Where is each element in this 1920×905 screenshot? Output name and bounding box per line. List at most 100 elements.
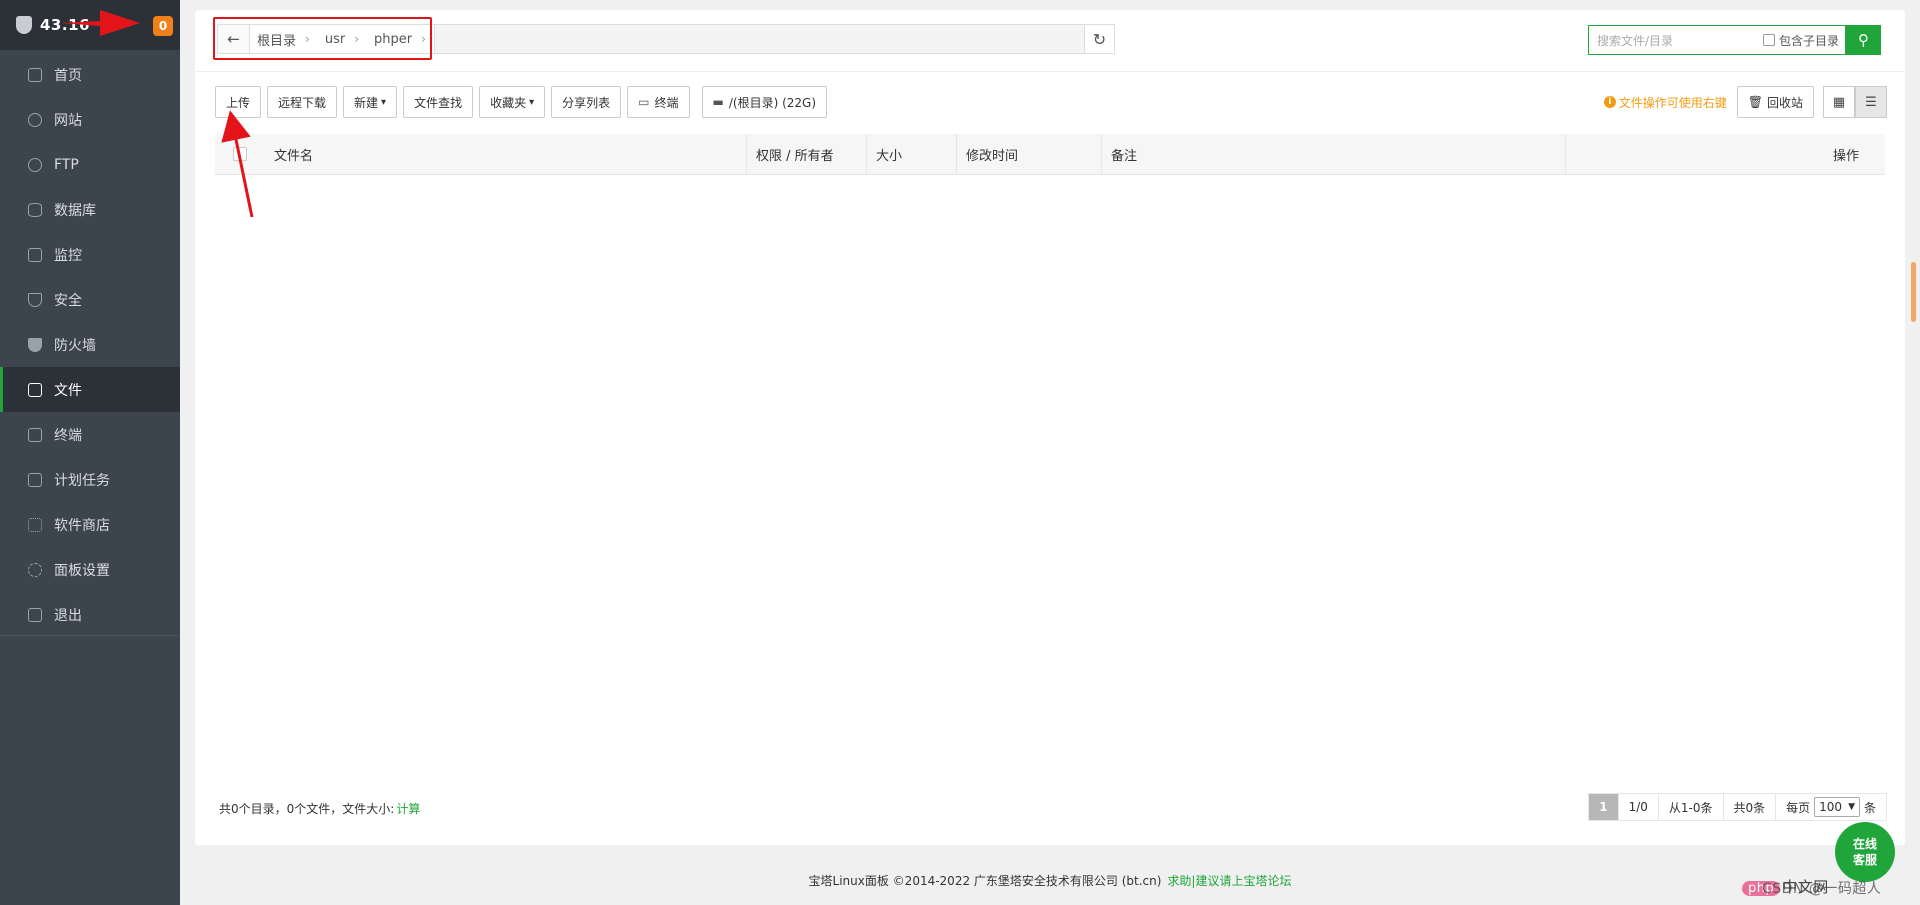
stats-text: 共0个目录，0个文件，文件大小: bbox=[219, 802, 395, 816]
ftp-icon bbox=[28, 157, 42, 172]
list-view-icon[interactable]: ☰ bbox=[1855, 86, 1887, 118]
per-page-label: 每页 bbox=[1786, 800, 1811, 815]
upload-button[interactable]: 上传 bbox=[215, 86, 262, 118]
search-button[interactable]: ⚲ bbox=[1846, 25, 1881, 55]
file-toolbar: 上传 远程下载 新建 ▾ 文件查找 收藏夹 ▾ 分享列表 ▭ 终端 ▬/(根目录) (… bbox=[215, 86, 833, 118]
recycle-label: 回收站 bbox=[1766, 95, 1803, 110]
include-subdir-label: 包含子目录 bbox=[1778, 33, 1839, 48]
view-toggle: ▦ ☰ bbox=[1823, 86, 1887, 118]
page-current[interactable]: 1 bbox=[1589, 794, 1619, 820]
right-click-tip: i 文件操作可使用右键 bbox=[1603, 94, 1727, 111]
column-note: 备注 bbox=[1102, 133, 1566, 175]
favorites-label: 收藏夹 bbox=[490, 95, 527, 110]
page-count: 1/0 bbox=[1619, 794, 1659, 820]
per-page-select[interactable]: 100 ▼ bbox=[1814, 797, 1860, 817]
sidebar: 43.16 0 首页 网站 FTP 数据库 监控 安全 防火墙 文件 终端 计划… bbox=[0, 0, 180, 905]
file-search: 搜索文件/目录 包含子目录 ⚲ bbox=[1588, 25, 1881, 55]
checkbox-icon bbox=[1762, 34, 1775, 46]
sidebar-item-label: 数据库 bbox=[54, 202, 96, 219]
sidebar-item-label: 面板设置 bbox=[54, 562, 110, 579]
sidebar-item-security[interactable]: 安全 bbox=[0, 277, 180, 322]
scrollbar-thumb[interactable] bbox=[1911, 262, 1916, 322]
shield-logo-icon bbox=[16, 16, 32, 34]
new-label: 新建 bbox=[354, 95, 379, 110]
sidebar-item-label: 软件商店 bbox=[54, 517, 110, 534]
sidebar-item-terminal[interactable]: 终端 bbox=[0, 412, 180, 457]
sidebar-item-firewall[interactable]: 防火墙 bbox=[0, 322, 180, 367]
page-total: 共0条 bbox=[1724, 794, 1777, 820]
sidebar-item-store[interactable]: 软件商店 bbox=[0, 502, 180, 547]
search-placeholder: 搜索文件/目录 bbox=[1597, 33, 1674, 48]
column-modified[interactable]: 修改时间 bbox=[957, 133, 1102, 175]
sidebar-item-cron[interactable]: 计划任务 bbox=[0, 457, 180, 502]
gear-icon bbox=[28, 562, 42, 577]
sidebar-item-settings[interactable]: 面板设置 bbox=[0, 547, 180, 592]
sidebar-item-label: 首页 bbox=[54, 67, 82, 84]
sidebar-item-website[interactable]: 网站 bbox=[0, 97, 180, 142]
sidebar-item-logout[interactable]: 退出 bbox=[0, 592, 180, 637]
sidebar-item-label: FTP bbox=[54, 156, 79, 173]
sidebar-header: 43.16 0 bbox=[0, 0, 180, 50]
sidebar-item-label: 文件 bbox=[54, 382, 82, 399]
annotation-highlight-box bbox=[213, 17, 432, 60]
per-page: 每页 100 ▼ 条 bbox=[1776, 794, 1886, 820]
sidebar-item-home[interactable]: 首页 bbox=[0, 52, 180, 97]
sidebar-item-label: 网站 bbox=[54, 112, 82, 129]
column-permission[interactable]: 权限 / 所有者 bbox=[747, 133, 867, 175]
column-size[interactable]: 大小 bbox=[867, 133, 957, 175]
sidebar-nav: 首页 网站 FTP 数据库 监控 安全 防火墙 文件 终端 计划任务 软件商店 … bbox=[0, 50, 180, 635]
sidebar-item-database[interactable]: 数据库 bbox=[0, 187, 180, 232]
column-filename[interactable]: 文件名 bbox=[265, 133, 747, 175]
pagination: 1 1/0 从1-0条 共0条 每页 100 ▼ 条 bbox=[1588, 793, 1887, 821]
refresh-icon[interactable]: ↻ bbox=[1084, 25, 1114, 53]
terminal-button[interactable]: ▭ 终端 bbox=[627, 86, 690, 118]
recycle-bin-button[interactable]: 🗑 回收站 bbox=[1736, 86, 1814, 118]
terminal-label: 终端 bbox=[654, 95, 679, 110]
service-line1: 在线 bbox=[1852, 837, 1877, 851]
sidebar-item-ftp[interactable]: FTP bbox=[0, 142, 180, 187]
trash-icon: 🗑 bbox=[1747, 95, 1763, 109]
share-list-button[interactable]: 分享列表 bbox=[551, 86, 622, 118]
file-table-header: 文件名 权限 / 所有者 大小 修改时间 备注 操作 bbox=[215, 133, 1885, 175]
calculate-size-link[interactable]: 计算 bbox=[396, 802, 420, 816]
file-find-button[interactable]: 文件查找 bbox=[403, 86, 474, 118]
path-row: ← 根目录 › usr › phper › ↻ 搜索文件/目录 包含子目录 ⚲ bbox=[195, 10, 1905, 72]
message-badge[interactable]: 0 bbox=[153, 16, 173, 36]
sidebar-item-label: 监控 bbox=[54, 247, 82, 264]
globe-icon bbox=[28, 112, 42, 127]
tip-text: 文件操作可使用右键 bbox=[1618, 95, 1727, 110]
online-service-button[interactable]: 在线 客服 bbox=[1835, 822, 1895, 882]
page-footer: 宝塔Linux面板 ©2014-2022 广东堡塔安全技术有限公司 (bt.cn… bbox=[0, 872, 1920, 889]
service-line2: 客服 bbox=[1852, 853, 1877, 867]
server-host: 43.16 bbox=[40, 16, 90, 34]
grid-view-icon[interactable]: ▦ bbox=[1823, 86, 1855, 118]
firewall-icon bbox=[28, 337, 42, 352]
remote-download-button[interactable]: 远程下载 bbox=[267, 86, 338, 118]
favorites-button[interactable]: 收藏夹 ▾ bbox=[479, 86, 546, 118]
terminal-icon bbox=[28, 427, 42, 442]
folder-icon bbox=[28, 382, 42, 397]
terminal-icon: ▭ bbox=[638, 95, 650, 109]
include-subdir-checkbox[interactable]: 包含子目录 bbox=[1762, 32, 1839, 49]
sidebar-item-monitor[interactable]: 监控 bbox=[0, 232, 180, 277]
sidebar-item-label: 退出 bbox=[54, 607, 82, 624]
forum-link[interactable]: 求助|建议请上宝塔论坛 bbox=[1167, 874, 1291, 888]
disk-icon: ▬ bbox=[712, 95, 724, 109]
sidebar-bottom bbox=[0, 635, 180, 905]
right-tools: i 文件操作可使用右键 🗑 回收站 ▦ ☰ bbox=[1603, 86, 1887, 118]
sidebar-item-files[interactable]: 文件 bbox=[0, 367, 180, 412]
file-stats: 共0个目录，0个文件，文件大小: 计算 bbox=[219, 800, 420, 817]
file-manager-panel: ← 根目录 › usr › phper › ↻ 搜索文件/目录 包含子目录 ⚲ 上传 … bbox=[195, 10, 1905, 845]
new-button[interactable]: 新建 ▾ bbox=[343, 86, 398, 118]
sidebar-item-label: 计划任务 bbox=[54, 472, 110, 489]
disk-button[interactable]: ▬ /(根目录) (22G) bbox=[701, 86, 828, 118]
page-range: 从1-0条 bbox=[1659, 794, 1724, 820]
grid-icon bbox=[28, 517, 42, 532]
select-all-checkbox[interactable] bbox=[215, 134, 265, 175]
sidebar-item-label: 安全 bbox=[54, 292, 82, 309]
chevron-down-icon: ▾ bbox=[529, 96, 535, 108]
shield-icon bbox=[28, 292, 42, 307]
column-actions: 操作 bbox=[1832, 148, 1859, 164]
chevron-down-icon: ▾ bbox=[381, 96, 387, 108]
search-input[interactable]: 搜索文件/目录 包含子目录 bbox=[1588, 25, 1846, 55]
